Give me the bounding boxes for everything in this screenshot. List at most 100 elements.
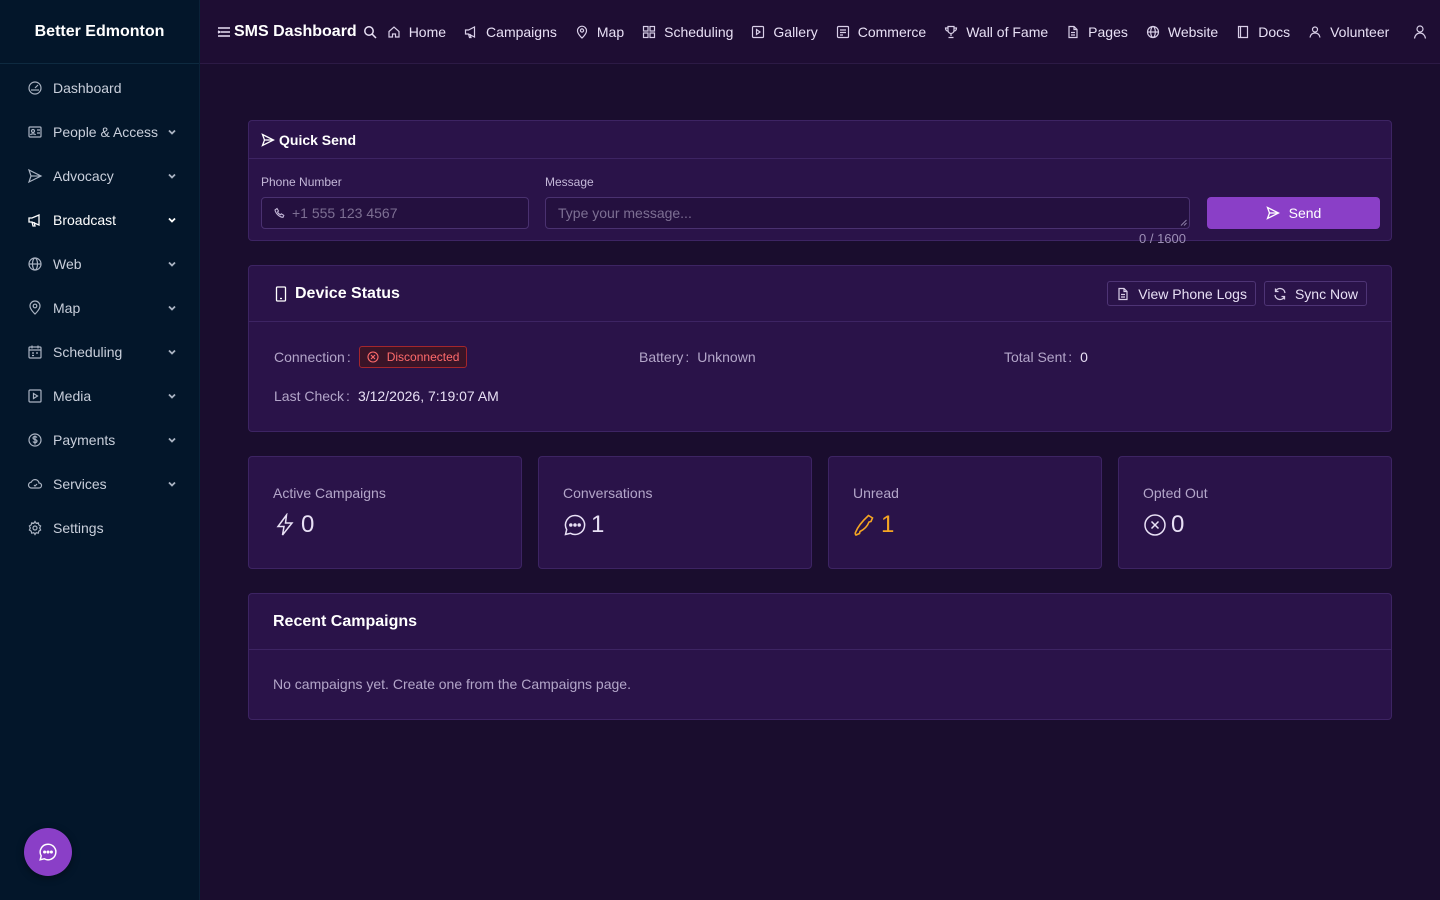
sidebar-item-dashboard[interactable]: Dashboard: [0, 66, 199, 110]
chat-icon: [563, 513, 587, 537]
sidebar-item-scheduling[interactable]: Scheduling: [0, 330, 199, 374]
topnav-label: Scheduling: [664, 23, 734, 40]
sidebar-item-label: Web: [53, 256, 82, 272]
sync-now-label: Sync Now: [1294, 285, 1358, 302]
stat-value: 1: [591, 511, 605, 538]
sidebar-item-label: Map: [53, 300, 81, 316]
sidebar-item-people-access[interactable]: People & Access: [0, 110, 199, 154]
topnav-campaigns[interactable]: Campaigns: [464, 24, 557, 40]
stat-value: 0: [1171, 511, 1185, 538]
stat-card-active-campaigns: Active Campaigns 0: [248, 456, 522, 569]
topnav-commerce[interactable]: Commerce: [836, 24, 926, 40]
store-icon: [836, 25, 850, 39]
last-check-row: Last Check: 3/12/2026, 7:19:07 AM: [274, 388, 499, 404]
character-counter: 0 / 1600: [1139, 231, 1186, 246]
message-input[interactable]: [558, 205, 1189, 221]
sidebar-item-media[interactable]: Media: [0, 374, 199, 418]
sidebar-item-services[interactable]: Services: [0, 462, 199, 506]
phone-icon: [274, 207, 286, 219]
chevron-down-icon[interactable]: [167, 435, 177, 445]
gear-icon: [27, 520, 43, 536]
grid-icon: [642, 25, 656, 39]
stat-value-row: 1: [853, 513, 894, 537]
dollar-circle-icon: [27, 432, 43, 448]
send-button[interactable]: Send: [1207, 197, 1380, 229]
quick-send-header: Quick Send: [249, 121, 1391, 159]
recent-campaigns-card: Recent Campaigns No campaigns yet. Creat…: [248, 593, 1392, 720]
sidebar-item-map[interactable]: Map: [0, 286, 199, 330]
x-circle-icon: [1143, 513, 1167, 537]
stat-value: 0: [301, 511, 315, 538]
send-icon: [261, 132, 275, 147]
calendar-icon: [27, 344, 43, 360]
sidebar-item-label: Dashboard: [53, 80, 122, 96]
recent-campaigns-empty-text: No campaigns yet. Create one from the Ca…: [273, 676, 631, 692]
sidebar-item-web[interactable]: Web: [0, 242, 199, 286]
topnav-website[interactable]: Website: [1146, 24, 1218, 40]
topnav-wall-of-fame[interactable]: Wall of Fame: [944, 24, 1048, 40]
topnav-label: Wall of Fame: [966, 23, 1049, 40]
phone-number-input[interactable]: [292, 205, 528, 221]
chat-button[interactable]: [24, 828, 72, 876]
message-field[interactable]: [545, 197, 1190, 229]
sidebar-item-settings[interactable]: Settings: [0, 506, 199, 550]
chevron-down-icon[interactable]: [167, 215, 177, 225]
sync-now-button[interactable]: Sync Now: [1263, 281, 1367, 306]
message-label: Message: [545, 175, 594, 189]
sidebar-item-advocacy[interactable]: Advocacy: [0, 154, 199, 198]
sidebar-item-payments[interactable]: Payments: [0, 418, 199, 462]
sidebar-item-label: Broadcast: [53, 212, 117, 228]
file-icon: [1066, 25, 1080, 39]
topnav-label: Pages: [1088, 23, 1128, 40]
connection-value: Disconnected: [386, 350, 460, 364]
topnav-pages[interactable]: Pages: [1066, 24, 1128, 40]
topnav-gallery[interactable]: Gallery: [751, 24, 818, 40]
brand-title[interactable]: Better Edmonton: [0, 0, 199, 64]
megaphone-icon: [464, 25, 478, 39]
search-icon[interactable]: [363, 25, 377, 39]
globe-icon: [27, 256, 43, 272]
cloud-icon: [27, 476, 43, 492]
topnav-scheduling[interactable]: Scheduling: [642, 24, 733, 40]
total-sent-value: 0: [1080, 349, 1088, 365]
chevron-down-icon[interactable]: [167, 347, 177, 357]
chevron-down-icon[interactable]: [167, 171, 177, 181]
map-pin-icon: [27, 300, 43, 316]
home-icon: [387, 25, 401, 39]
topnav-label: Docs: [1258, 23, 1291, 40]
phone-number-field[interactable]: [261, 197, 529, 229]
stat-label: Unread: [853, 485, 899, 501]
chevron-down-icon[interactable]: [167, 479, 177, 489]
device-status-title: Device Status: [295, 284, 400, 302]
sidebar-item-label: People & Access: [53, 124, 159, 140]
user-icon[interactable]: [1412, 24, 1428, 40]
send-button-label: Send: [1288, 205, 1322, 221]
last-check-value: 3/12/2026, 7:19:07 AM: [357, 388, 499, 404]
sidebar-item-label: Services: [53, 476, 107, 492]
stat-card-opted-out: Opted Out 0: [1118, 456, 1392, 569]
menu-toggle-button[interactable]: SMS Dashboard: [217, 23, 363, 41]
last-check-label: Last Check: [274, 388, 345, 404]
topnav-map[interactable]: Map: [575, 24, 624, 40]
topnav-docs[interactable]: Docs: [1236, 24, 1290, 40]
total-sent-label: Total Sent: [1004, 349, 1067, 365]
x-circle-icon: [367, 351, 379, 363]
map-pin-icon: [575, 25, 589, 39]
topnav-label: Campaigns: [486, 23, 557, 40]
chevron-down-icon[interactable]: [167, 303, 177, 313]
sidebar-nav: Dashboard People & Access Advocacy Broad…: [0, 64, 199, 550]
topnav-volunteer[interactable]: Volunteer: [1308, 24, 1389, 40]
sidebar-item-broadcast[interactable]: Broadcast: [0, 198, 199, 242]
people-icon: [27, 124, 43, 140]
stat-label: Active Campaigns: [273, 485, 386, 501]
chevron-down-icon[interactable]: [167, 259, 177, 269]
page-title: SMS Dashboard: [234, 22, 357, 40]
resize-handle-icon[interactable]: [1180, 219, 1187, 226]
status-badge: Disconnected: [358, 346, 468, 368]
top-bar: SMS Dashboard Home Campaigns Map Schedul…: [200, 0, 1440, 64]
chevron-down-icon[interactable]: [167, 127, 177, 137]
chevron-down-icon[interactable]: [167, 391, 177, 401]
megaphone-icon: [27, 212, 43, 228]
topnav-home[interactable]: Home: [387, 24, 446, 40]
view-phone-logs-button[interactable]: View Phone Logs: [1107, 281, 1256, 306]
